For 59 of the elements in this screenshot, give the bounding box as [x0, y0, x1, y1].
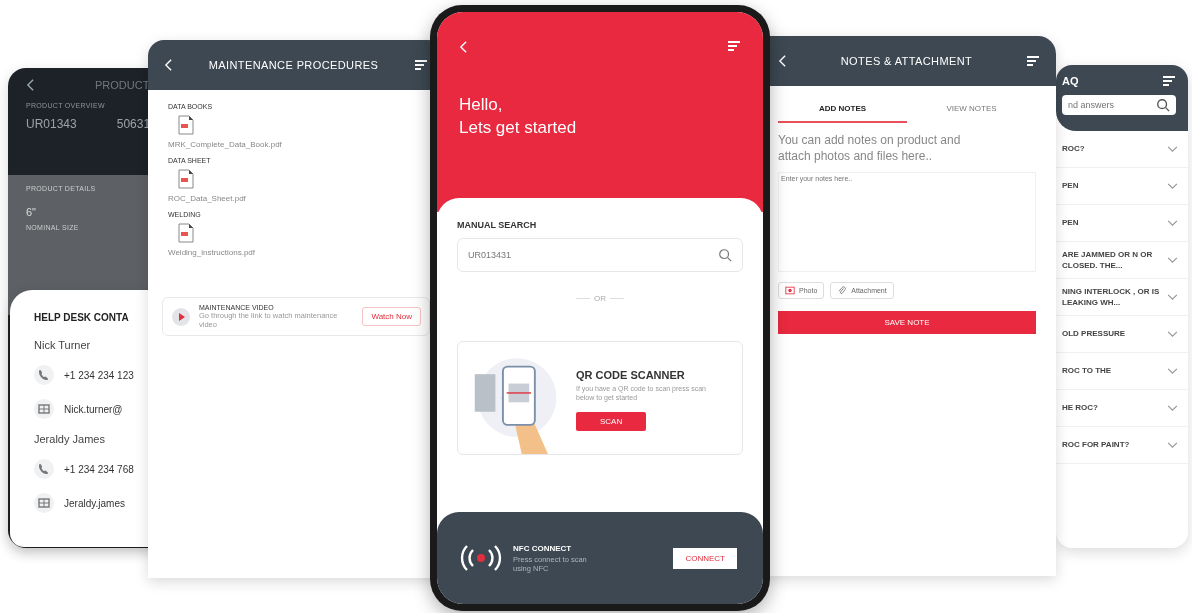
chevron-icon	[1167, 293, 1178, 301]
back-icon[interactable]	[26, 78, 35, 92]
chevron-icon	[1167, 256, 1178, 264]
phone-number[interactable]: +1 234 234 123	[64, 369, 134, 381]
card-title: HELP DESK CONTA	[34, 312, 129, 323]
email-address[interactable]: Nick.turner@	[64, 403, 123, 415]
search-icon[interactable]	[718, 248, 732, 262]
divider-text: OR	[594, 294, 606, 303]
tab[interactable]: ADD NOTES	[778, 94, 907, 123]
filter-icon[interactable]	[1026, 55, 1040, 67]
scan-button[interactable]: SCAN	[576, 412, 647, 432]
nfc-title: NFC CONNECT	[513, 543, 572, 553]
screen-title: AQ	[1062, 75, 1079, 87]
save-note-button[interactable]: SAVE NOTE	[778, 311, 1036, 335]
file-name[interactable]: ROC_Data_Sheet.pdf	[168, 194, 246, 203]
pdf-file-icon[interactable]	[178, 223, 194, 243]
search-field[interactable]: nd answers	[1062, 95, 1176, 115]
chevron-icon	[1167, 404, 1178, 412]
contact-name: Jeraldy James	[34, 433, 105, 445]
intro-text: You can add notes on product and attach photos and files here..	[778, 133, 962, 165]
filter-icon[interactable]	[414, 59, 428, 71]
mail-icon	[34, 493, 54, 513]
tab[interactable]: VIEW NOTES	[907, 94, 1036, 123]
watch-now-button[interactable]: Watch Now	[362, 307, 421, 326]
mail-icon	[34, 399, 54, 419]
screen-title: MAINTENANCE PROCEDURES	[208, 59, 379, 71]
file-name[interactable]: MRK_Complete_Data_Book.pdf	[168, 140, 282, 149]
greeting: Hello,	[459, 94, 503, 116]
play-icon[interactable]	[171, 306, 191, 327]
pdf-file-icon[interactable]	[178, 115, 194, 135]
product-code: 50631	[116, 117, 151, 131]
product-code: UR01343	[26, 117, 77, 131]
nfc-signal-icon	[459, 543, 503, 573]
chevron-icon	[1167, 330, 1178, 338]
connect-button[interactable]: CONNECT	[673, 547, 737, 569]
screen-title: PRODUCT	[95, 79, 150, 91]
photo-icon	[785, 286, 795, 296]
phone-icon	[34, 365, 54, 385]
chevron-icon	[1167, 219, 1178, 227]
filter-icon[interactable]	[1162, 75, 1176, 87]
detail-value: 6"	[26, 206, 37, 218]
chevron-icon	[1167, 367, 1178, 375]
file-name[interactable]: Welding_instructions.pdf	[168, 248, 255, 257]
paperclip-icon	[837, 286, 848, 296]
search-label: MANUAL SEARCH	[457, 220, 537, 230]
chevron-icon	[1167, 441, 1178, 449]
email-address[interactable]: Jeraldy.james	[64, 497, 125, 509]
pdf-file-icon[interactable]	[178, 169, 194, 189]
card-title: QR CODE SCANNER	[576, 368, 685, 381]
filter-icon[interactable]	[727, 40, 741, 52]
screen-title: NOTES & ATTACHMENT	[840, 55, 973, 67]
search-icon[interactable]	[1156, 98, 1170, 112]
contact-name: Nick Turner	[34, 339, 91, 351]
greeting-subtitle: Lets get started	[459, 116, 577, 139]
search-input[interactable]: nd answers	[1062, 95, 1156, 115]
chevron-icon	[1167, 145, 1178, 153]
phone-icon	[34, 459, 54, 479]
chevron-icon	[1167, 182, 1178, 190]
phone-number[interactable]: +1 234 234 768	[64, 463, 134, 475]
